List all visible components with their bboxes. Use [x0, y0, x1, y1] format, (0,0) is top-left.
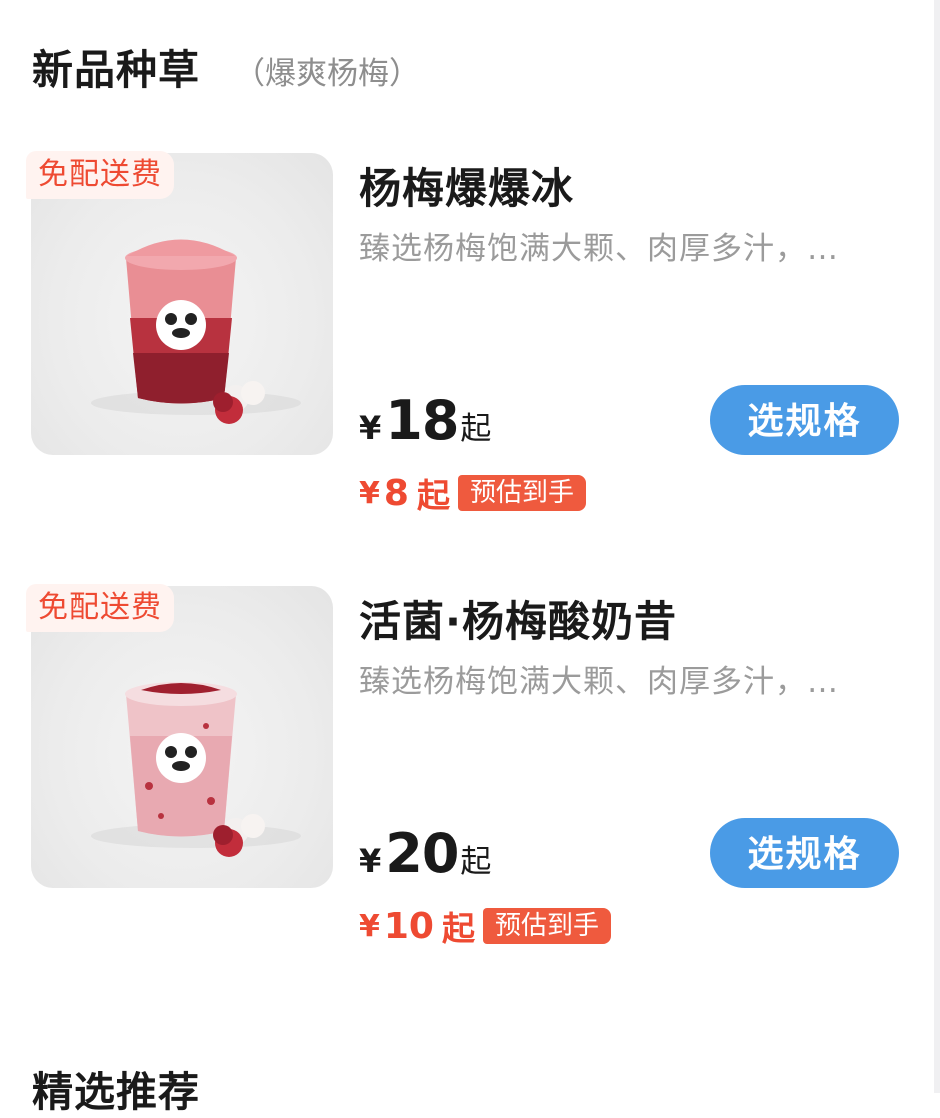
est-price-value: 10 — [383, 905, 434, 947]
price-suffix: 起 — [460, 411, 492, 447]
free-delivery-badge: 免配送费 — [26, 151, 174, 199]
section-title: 新品种草 — [32, 46, 200, 94]
currency-symbol: ¥ — [359, 409, 382, 447]
est-tag: 预估到手 — [457, 475, 586, 511]
select-spec-button[interactable]: 选规格 — [710, 385, 899, 455]
free-delivery-badge: 免配送费 — [26, 584, 174, 632]
price-value: 18 — [385, 389, 459, 452]
product-price: ¥ 18 起 — [359, 389, 491, 452]
product-card[interactable]: 免配送费 活菌·杨梅酸奶昔 臻选杨梅饱满大颗、肉厚多汁，… ¥ 20 起 ¥ 1… — [0, 584, 934, 966]
section-header: 新品种草 （爆爽杨梅） — [32, 36, 420, 96]
price-suffix: 起 — [460, 844, 492, 880]
est-price-value: 8 — [383, 472, 409, 514]
product-description: 臻选杨梅饱满大颗、肉厚多汁，… — [359, 664, 839, 700]
est-currency-symbol: ¥ — [359, 908, 380, 944]
section-subtitle: （爆爽杨梅） — [234, 56, 420, 92]
select-spec-button[interactable]: 选规格 — [710, 818, 899, 888]
product-price: ¥ 20 起 — [359, 822, 491, 885]
product-description: 臻选杨梅饱满大颗、肉厚多汁，… — [359, 231, 839, 267]
product-name[interactable]: 杨梅爆爆冰 — [359, 155, 574, 216]
scroll-edge — [934, 0, 940, 1093]
estimated-price: ¥ 8 起 预估到手 — [359, 469, 586, 517]
est-tag: 预估到手 — [482, 908, 611, 944]
est-currency-symbol: ¥ — [359, 475, 380, 511]
est-price-suffix: 起 — [416, 476, 450, 515]
currency-symbol: ¥ — [359, 842, 382, 880]
est-price-suffix: 起 — [441, 909, 475, 948]
product-name[interactable]: 活菌·杨梅酸奶昔 — [359, 588, 677, 649]
estimated-price: ¥ 10 起 预估到手 — [359, 902, 611, 950]
next-section-title: 精选推荐 — [32, 1068, 200, 1116]
price-value: 20 — [385, 822, 459, 885]
product-card[interactable]: 免配送费 杨梅爆爆冰 臻选杨梅饱满大颗、肉厚多汁，… ¥ 18 起 ¥ 8 起 … — [0, 151, 934, 533]
